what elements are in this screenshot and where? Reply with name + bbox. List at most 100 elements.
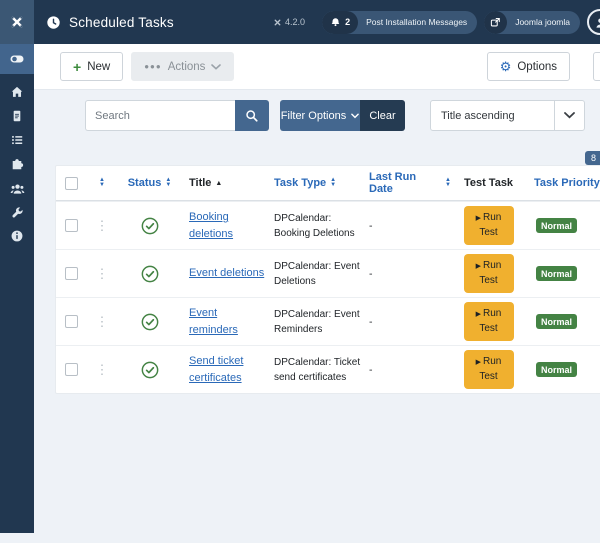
status-enabled-icon[interactable] (118, 361, 181, 379)
bell-icon (330, 17, 341, 28)
drag-handle-icon[interactable]: ⋮ (86, 315, 118, 328)
row-checkbox[interactable] (65, 363, 78, 376)
task-type: DPCalendar: Booking Deletions (266, 211, 361, 241)
priority-badge: Normal (536, 362, 577, 377)
info-icon (10, 229, 24, 243)
sidebar-item-users[interactable] (0, 176, 34, 200)
search-input[interactable] (85, 100, 235, 131)
header-task-priority[interactable]: Task Priority ▲▼ (526, 177, 600, 189)
filter-options-button[interactable]: Filter Options (280, 100, 360, 131)
sidebar-item-home[interactable] (0, 80, 34, 104)
last-run-date: - (361, 364, 373, 376)
content-area: Filter Options Clear Title ascending 8 (34, 100, 600, 543)
main-area: + New ●●● Actions ⚙ Options F (34, 44, 600, 533)
task-type: DPCalendar: Event Deletions (266, 259, 361, 289)
list-icon (10, 133, 24, 147)
search-button[interactable] (235, 100, 269, 131)
joomla-logo-icon (8, 13, 26, 31)
messages-count-badge: 2 (322, 11, 358, 34)
sidebar-item-system[interactable] (0, 200, 34, 224)
run-test-button[interactable]: ▶Run Test (464, 350, 514, 389)
sort-asc-icon: ▲ (215, 180, 222, 187)
chevron-down-icon (211, 64, 221, 70)
table-header-row: ▲▼ Status ▲▼ Title ▲ Task Type ▲▼ Last R… (56, 166, 600, 201)
clock-icon (46, 15, 61, 30)
sort-order-value: Title ascending (431, 110, 554, 122)
run-test-button[interactable]: ▶Run Test (464, 302, 514, 341)
table-row: ⋮ Booking deletions DPCalendar: Booking … (56, 201, 600, 249)
select-all-checkbox[interactable] (65, 177, 78, 190)
clear-button[interactable]: Clear (360, 100, 405, 131)
task-title-link[interactable]: Send ticket certificates (181, 353, 266, 386)
header-last-run-date[interactable]: Last Run Date ▲▼ (361, 171, 451, 195)
header-title[interactable]: Title ▲ (181, 177, 266, 189)
external-link-icon (484, 11, 507, 34)
gear-icon: ⚙ (500, 60, 512, 73)
drag-handle-icon[interactable]: ⋮ (86, 219, 118, 232)
status-enabled-icon[interactable] (118, 217, 181, 235)
play-icon: ▶ (476, 263, 481, 270)
task-type: DPCalendar: Ticket send certificates (266, 355, 361, 385)
header-task-type[interactable]: Task Type ▲▼ (266, 177, 361, 189)
priority-badge: Normal (536, 218, 577, 233)
home-icon (10, 85, 24, 99)
page-title: Scheduled Tasks (69, 15, 174, 30)
corner-badge: 8 (585, 151, 600, 165)
header-ordering[interactable]: ▲▼ (86, 178, 118, 188)
new-button[interactable]: + New (60, 52, 123, 81)
wrench-icon (11, 206, 24, 219)
chevron-down-icon (564, 112, 575, 119)
sidebar-item-menus[interactable] (0, 128, 34, 152)
toggle-menu-icon (9, 51, 25, 67)
post-installation-messages-button[interactable]: 2 Post Installation Messages (322, 11, 477, 34)
help-button-partial[interactable] (593, 52, 600, 81)
sort-icon: ▲▼ (165, 178, 171, 188)
puzzle-icon (10, 157, 24, 171)
joomla-logo (0, 0, 34, 44)
admin-sidebar (0, 44, 34, 533)
play-icon: ▶ (476, 359, 481, 366)
status-enabled-icon[interactable] (118, 265, 181, 283)
toolbar: + New ●●● Actions ⚙ Options (34, 44, 600, 90)
row-checkbox[interactable] (65, 219, 78, 232)
task-title-link[interactable]: Booking deletions (181, 209, 266, 242)
last-run-date: - (361, 268, 373, 280)
run-test-button[interactable]: ▶Run Test (464, 206, 514, 245)
row-checkbox[interactable] (65, 315, 78, 328)
row-checkbox[interactable] (65, 267, 78, 280)
task-type: DPCalendar: Event Reminders (266, 307, 361, 337)
account-icon-button[interactable] (587, 9, 600, 35)
tasks-table: ▲▼ Status ▲▼ Title ▲ Task Type ▲▼ Last R… (55, 165, 600, 394)
status-enabled-icon[interactable] (118, 313, 181, 331)
task-title-link[interactable]: Event reminders (181, 305, 266, 338)
table-row: ⋮ Event deletions DPCalendar: Event Dele… (56, 249, 600, 297)
sort-icon: ▲▼ (330, 178, 336, 188)
ellipsis-icon: ●●● (144, 62, 162, 71)
task-title-link[interactable]: Event deletions (181, 265, 264, 282)
play-icon: ▶ (476, 215, 481, 222)
plus-icon: + (73, 60, 81, 74)
search-icon (245, 109, 259, 123)
drag-handle-icon[interactable]: ⋮ (86, 267, 118, 280)
joomla-version: 4.2.0 (273, 17, 305, 27)
last-run-date: - (361, 316, 373, 328)
users-icon (10, 181, 25, 196)
document-icon (10, 109, 24, 123)
header-status[interactable]: Status ▲▼ (118, 177, 181, 189)
header-test-task: Test Task (451, 177, 526, 189)
sort-order-select[interactable]: Title ascending (430, 100, 585, 131)
sidebar-item-information[interactable] (0, 224, 34, 248)
sidebar-toggle-menu[interactable] (0, 44, 34, 74)
sidebar-item-components[interactable] (0, 152, 34, 176)
actions-button[interactable]: ●●● Actions (131, 52, 234, 81)
user-menu-button[interactable]: Joomla joomla (484, 11, 580, 34)
last-run-date: - (361, 220, 373, 232)
options-button[interactable]: ⚙ Options (487, 52, 570, 81)
table-row: ⋮ Send ticket certificates DPCalendar: T… (56, 345, 600, 393)
table-row: ⋮ Event reminders DPCalendar: Event Remi… (56, 297, 600, 345)
drag-handle-icon[interactable]: ⋮ (86, 363, 118, 376)
select-chevron (554, 101, 584, 130)
person-icon (593, 15, 600, 30)
run-test-button[interactable]: ▶Run Test (464, 254, 514, 293)
sidebar-item-content[interactable] (0, 104, 34, 128)
